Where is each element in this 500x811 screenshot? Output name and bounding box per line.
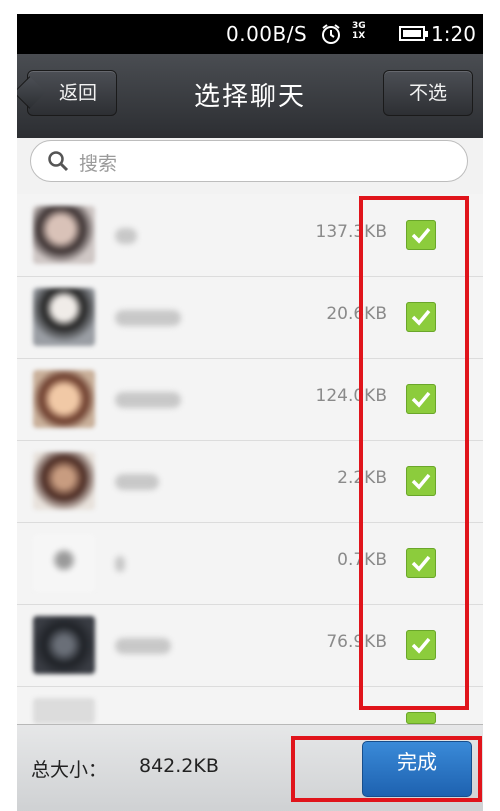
network-3g: 3G xyxy=(352,21,366,31)
battery-icon xyxy=(399,26,428,41)
search-placeholder: 搜索 xyxy=(79,153,118,175)
network-1x: 1X xyxy=(352,31,366,41)
total-size-value: 842.2KB xyxy=(139,755,219,777)
total-size-label: 总大小： xyxy=(31,759,108,781)
avatar xyxy=(33,206,95,264)
clock: 1:20 xyxy=(431,22,476,46)
avatar xyxy=(33,698,95,724)
avatar xyxy=(33,288,95,346)
chat-name-blurred xyxy=(115,556,125,572)
avatar xyxy=(33,370,95,428)
net-speed: 0.00B/S xyxy=(226,22,308,46)
chat-name-blurred xyxy=(115,228,137,244)
search-area: 搜索 xyxy=(17,138,483,194)
chat-name-blurred xyxy=(115,474,159,490)
avatar xyxy=(33,534,95,592)
highlight-box-done xyxy=(291,736,482,802)
chat-name-blurred xyxy=(115,638,171,654)
alarm-icon xyxy=(322,24,340,44)
chat-name-blurred xyxy=(115,310,181,326)
avatar xyxy=(33,616,95,674)
chat-name-blurred xyxy=(115,392,181,408)
status-bar: 0.00B/S 3G 1X 1:20 xyxy=(17,14,483,54)
deselect-all-button[interactable]: 不选 xyxy=(383,70,473,116)
photo-frame: 0.00B/S 3G 1X 1:20 返回 选择聊天 不选 搜索 137.3KB… xyxy=(0,0,500,811)
search-icon xyxy=(48,151,69,172)
title-bar: 返回 选择聊天 不选 xyxy=(17,54,483,140)
avatar xyxy=(33,452,95,510)
chat-checkbox[interactable] xyxy=(406,712,436,724)
network-indicator: 3G 1X xyxy=(352,21,366,41)
search-input[interactable]: 搜索 xyxy=(30,140,468,182)
highlight-box-checkboxes xyxy=(359,196,469,710)
